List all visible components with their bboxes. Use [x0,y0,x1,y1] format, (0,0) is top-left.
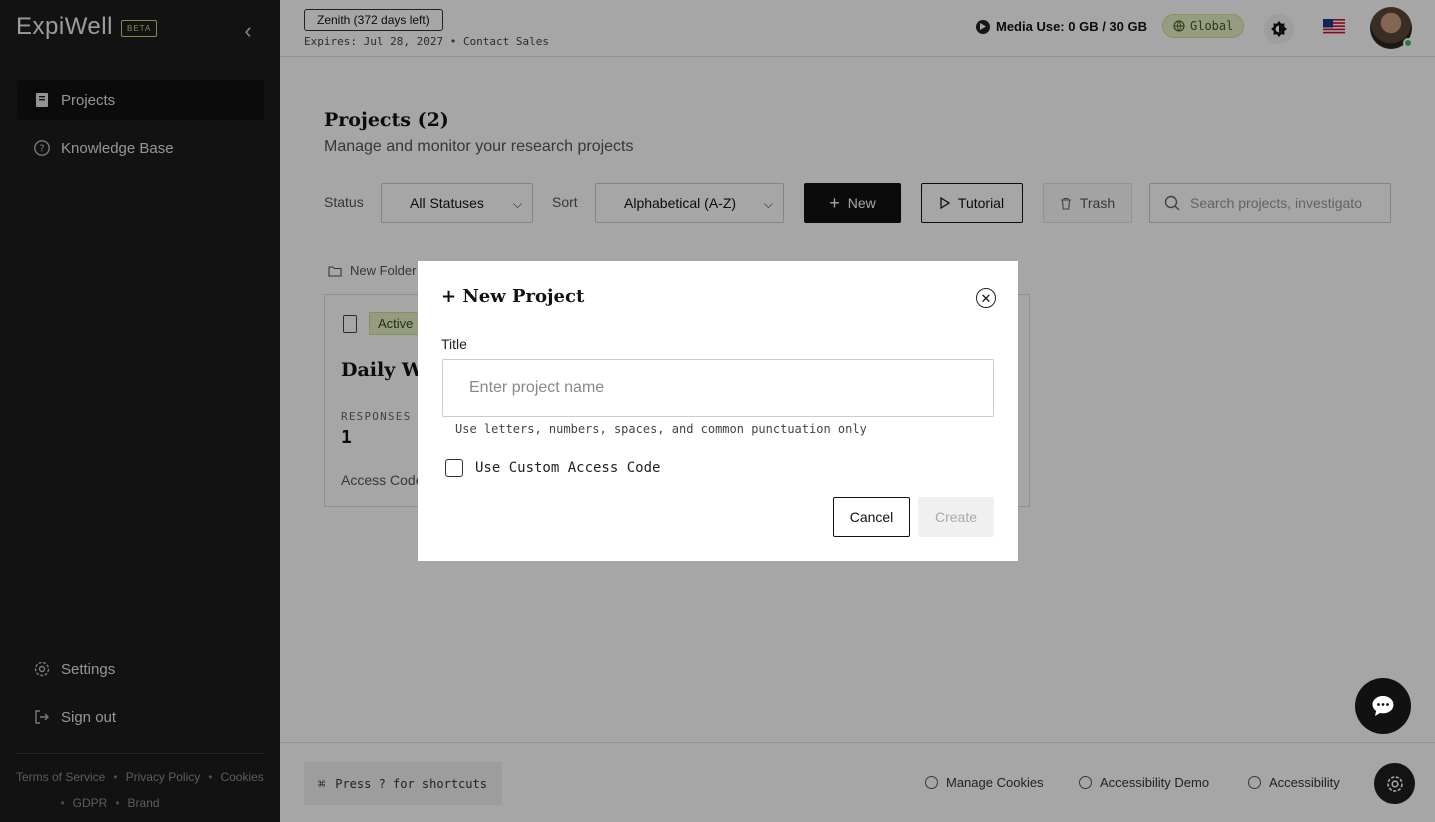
chat-bubble-icon [1372,696,1394,716]
project-title-input[interactable] [442,359,994,417]
new-project-dialog: + New Project ✕ Title Use letters, numbe… [418,261,1018,561]
dialog-title: + New Project [441,286,585,307]
close-icon[interactable]: ✕ [976,288,996,308]
title-field-label: Title [441,336,467,352]
title-hint: Use letters, numbers, spaces, and common… [455,422,867,436]
custom-access-code-checkbox[interactable] [445,459,463,477]
cancel-button[interactable]: Cancel [833,497,910,537]
create-button[interactable]: Create [918,497,994,537]
custom-access-code-option[interactable]: Use Custom Access Code [445,459,660,477]
chat-support-button[interactable] [1355,678,1411,734]
custom-access-code-label: Use Custom Access Code [475,460,661,476]
